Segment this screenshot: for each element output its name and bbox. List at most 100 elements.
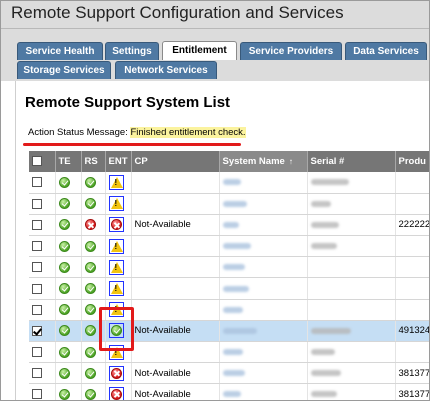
row-checkbox[interactable]: [32, 325, 42, 336]
tab-service-health[interactable]: Service Health: [17, 42, 103, 60]
column-header-te[interactable]: TE: [55, 151, 82, 172]
row-select-cell[interactable]: [29, 235, 56, 258]
ent-status-box[interactable]: [108, 365, 124, 381]
cp-cell: [131, 172, 220, 194]
tab-network-services[interactable]: Network Services: [115, 61, 217, 79]
row-checkbox[interactable]: [32, 198, 42, 209]
row-select-cell[interactable]: [29, 277, 56, 300]
ent-status-box[interactable]: [108, 174, 124, 190]
table-row[interactable]: [29, 235, 429, 258]
row-select-cell[interactable]: [29, 193, 56, 215]
tab-storage-services[interactable]: Storage Services: [17, 61, 111, 79]
row-select-cell[interactable]: [29, 383, 56, 400]
system-name-cell[interactable]: [219, 341, 308, 364]
tab-entitlement[interactable]: Entitlement: [162, 41, 237, 60]
table-row[interactable]: Not-Available 381377: [29, 362, 429, 385]
row-checkbox[interactable]: [32, 241, 42, 252]
row-checkbox[interactable]: [32, 283, 42, 294]
ent-status-box[interactable]: [108, 281, 124, 297]
row-checkbox[interactable]: [32, 347, 42, 358]
rs-error-icon: [84, 219, 96, 231]
ent-status-box[interactable]: [108, 217, 124, 233]
row-select-cell[interactable]: [29, 214, 56, 237]
ent-cell: [105, 277, 132, 300]
ent-status-box[interactable]: [108, 386, 124, 400]
row-select-cell[interactable]: [29, 172, 56, 194]
select-all-checkbox[interactable]: [32, 156, 42, 167]
product-cell: 381377: [395, 362, 429, 385]
row-checkbox[interactable]: [32, 177, 42, 188]
table-row[interactable]: [29, 256, 429, 279]
status-label: Action Status Message:: [28, 127, 128, 138]
column-header-cp[interactable]: CP: [131, 151, 220, 172]
system-name-cell[interactable]: [219, 214, 308, 237]
row-checkbox[interactable]: [32, 262, 42, 273]
cp-cell: [131, 193, 220, 215]
serial-cell: [307, 277, 396, 300]
redacted-system-name: [222, 285, 249, 292]
column-header-ent[interactable]: ENT: [105, 151, 132, 172]
row-select-cell[interactable]: [29, 320, 56, 343]
product-cell: 491324: [395, 320, 429, 343]
row-checkbox[interactable]: [32, 219, 42, 230]
table-row[interactable]: [29, 277, 429, 300]
te-cell: [55, 277, 82, 300]
te-ok-icon: [58, 219, 70, 231]
row-checkbox[interactable]: [32, 389, 42, 400]
redacted-serial: [310, 391, 337, 398]
ent-status-box[interactable]: [108, 196, 124, 212]
remote-support-window: Remote Support Configuration and Service…: [0, 0, 430, 401]
row-select-cell[interactable]: [29, 299, 56, 321]
serial-cell: [307, 214, 396, 237]
product-cell: [395, 172, 429, 194]
row-checkbox[interactable]: [32, 304, 42, 315]
serial-cell: [307, 193, 396, 215]
te-cell: [55, 214, 82, 237]
system-name-cell[interactable]: [219, 277, 308, 300]
column-header-product[interactable]: Produ: [395, 151, 429, 172]
table-row[interactable]: Not-Available 222222: [29, 214, 429, 237]
te-ok-icon: [58, 283, 70, 295]
te-ok-icon: [58, 198, 70, 210]
ent-status-box[interactable]: [108, 259, 124, 275]
row-select-cell[interactable]: [29, 256, 56, 279]
table-row[interactable]: Not-Available 381377: [29, 383, 429, 400]
table-row[interactable]: [29, 172, 429, 194]
system-name-cell[interactable]: [219, 299, 308, 321]
tab-data-services[interactable]: Data Services: [345, 42, 427, 60]
te-ok-icon: [58, 367, 70, 379]
table-row[interactable]: [29, 299, 429, 321]
column-header-serial[interactable]: Serial #: [307, 151, 396, 172]
cp-cell: Not-Available: [131, 362, 220, 385]
rs-ok-icon: [84, 388, 96, 400]
system-name-cell[interactable]: [219, 256, 308, 279]
system-name-cell[interactable]: [219, 320, 308, 343]
ent-status-box[interactable]: [108, 238, 124, 254]
table-row[interactable]: Not-Available 491324: [29, 320, 429, 343]
rs-ok-icon: [84, 367, 96, 379]
column-header-system-name[interactable]: System Name ↑: [219, 151, 308, 172]
column-header-rs[interactable]: RS: [81, 151, 106, 172]
redacted-serial: [310, 327, 351, 334]
row-select-cell[interactable]: [29, 362, 56, 385]
system-name-cell[interactable]: [219, 193, 308, 215]
te-cell: [55, 172, 82, 194]
row-checkbox[interactable]: [32, 368, 42, 379]
tab-service-providers[interactable]: Service Providers: [240, 42, 342, 60]
serial-cell: [307, 299, 396, 321]
system-name-cell[interactable]: [219, 235, 308, 258]
table-row[interactable]: [29, 341, 429, 364]
ent-warning-icon: [110, 198, 123, 210]
product-cell: [395, 277, 429, 300]
system-name-cell[interactable]: [219, 362, 308, 385]
system-name-cell[interactable]: [219, 383, 308, 400]
system-name-cell[interactable]: [219, 172, 308, 194]
te-cell: [55, 320, 82, 343]
redacted-serial: [310, 370, 341, 377]
app-title: Remote Support Configuration and Service…: [11, 3, 344, 22]
select-all-header[interactable]: [29, 151, 56, 172]
table-row[interactable]: [29, 193, 429, 215]
tab-settings[interactable]: Settings: [105, 42, 159, 60]
ent-cell: [105, 362, 132, 385]
row-select-cell[interactable]: [29, 341, 56, 364]
